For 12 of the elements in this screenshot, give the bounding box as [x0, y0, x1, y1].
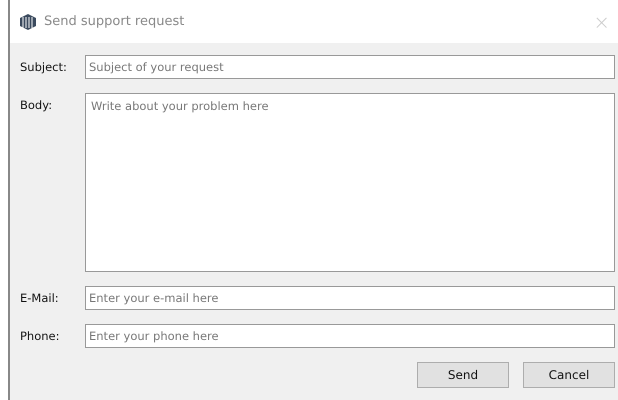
- body-field[interactable]: Write about your problem here: [85, 93, 615, 272]
- field-label: Subject:: [20, 59, 68, 74]
- field-label: Phone:: [20, 328, 60, 343]
- input-field[interactable]: Subject of your request: [85, 55, 615, 79]
- field-label: Body:: [20, 97, 54, 112]
- cancel-button[interactable]: Cancel: [523, 362, 615, 388]
- field-label: E-Mail:: [20, 290, 60, 305]
- send-button[interactable]: Send: [417, 362, 509, 388]
- window-title: Send support request: [44, 14, 186, 29]
- input-field[interactable]: Enter your phone here: [85, 324, 615, 348]
- logo-icon: [18, 12, 38, 30]
- input-field[interactable]: Enter your e-mail here: [85, 286, 615, 310]
